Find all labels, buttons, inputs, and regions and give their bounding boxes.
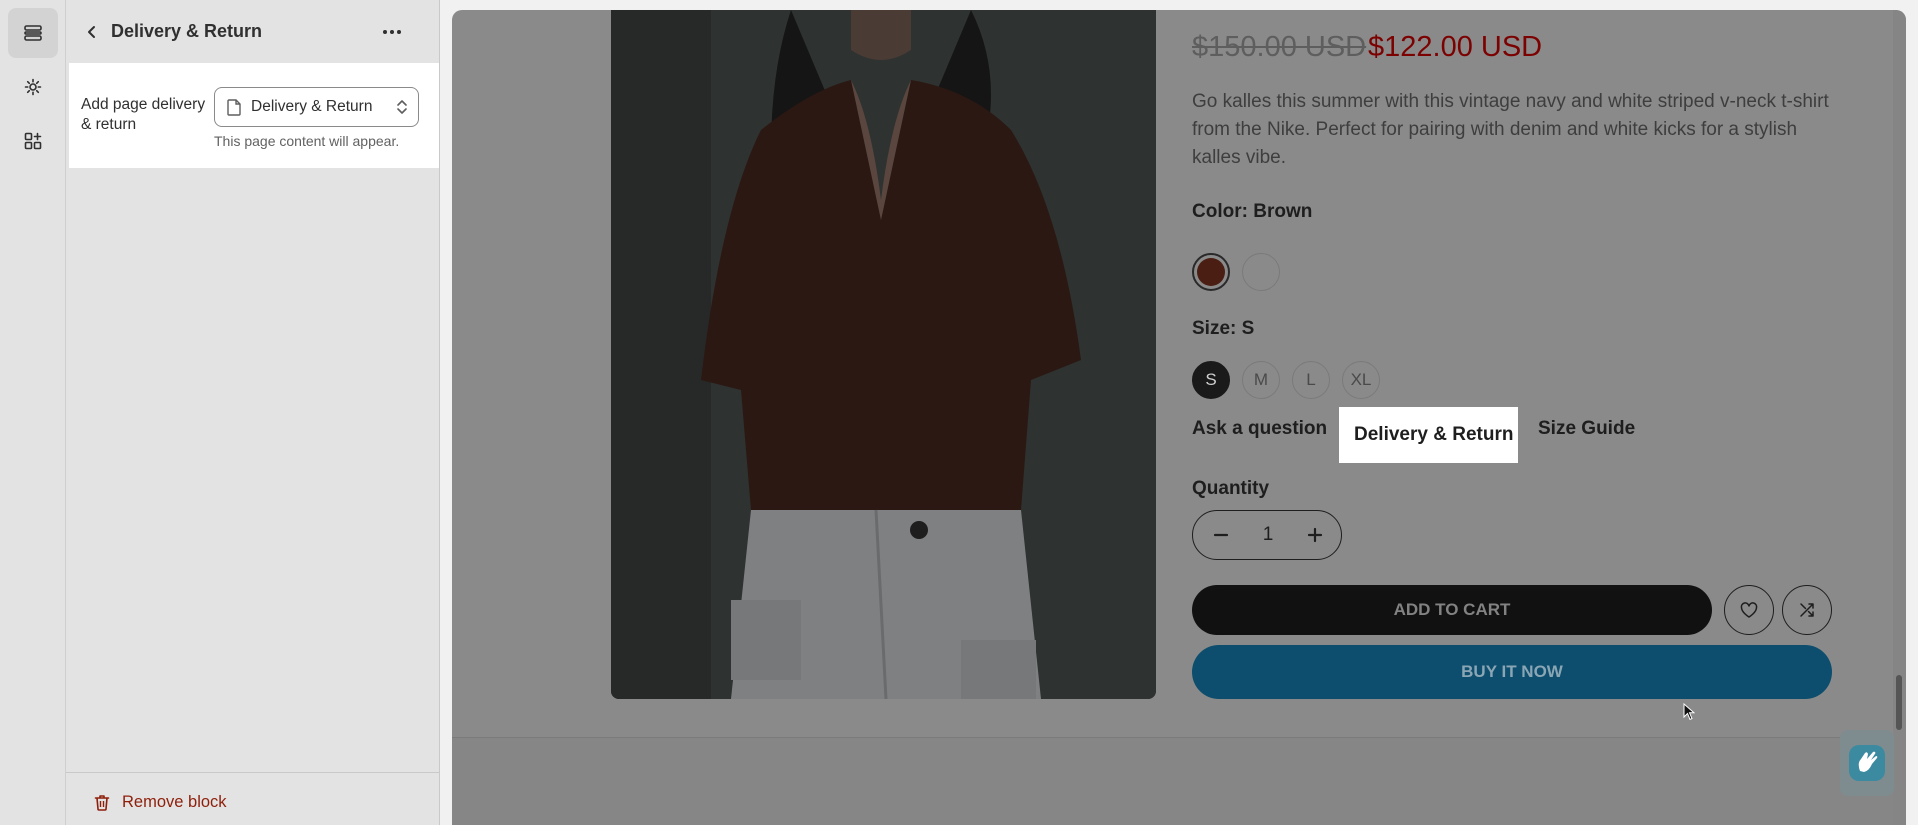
chat-hand-icon (1849, 745, 1885, 781)
sections-rail-button[interactable] (8, 8, 58, 58)
theme-settings-rail-button[interactable] (8, 62, 58, 112)
page-picker[interactable]: Delivery & Return (214, 87, 419, 127)
back-button[interactable] (78, 18, 106, 46)
mouse-cursor-icon (1683, 703, 1695, 721)
buy-it-now-button[interactable]: BUY IT NOW (1192, 645, 1832, 699)
trash-icon (94, 795, 110, 811)
apps-rail-button[interactable] (8, 116, 58, 166)
preview-footer-band (452, 737, 1906, 825)
plus-icon (1307, 527, 1323, 543)
preview-scrollbar[interactable] (1893, 10, 1906, 825)
delivery-return-label: Delivery & Return (1354, 424, 1514, 445)
compare-shuffle-icon (1800, 603, 1814, 617)
quantity-decrease-button[interactable] (1209, 523, 1233, 547)
product-photo-illustration (611, 10, 1156, 699)
remove-block-button[interactable]: Remove block (94, 793, 227, 812)
size-label-value: S (1241, 318, 1255, 339)
size-option-s[interactable]: S (1192, 361, 1230, 399)
color-option-label: Color: Brown (1192, 201, 1312, 223)
apps-icon (24, 132, 42, 150)
sections-icon (24, 25, 42, 41)
panel-title: Delivery & Return (111, 21, 263, 41)
wishlist-button[interactable] (1724, 585, 1774, 635)
size-option-m[interactable]: M (1242, 361, 1280, 399)
size-option-l[interactable]: L (1292, 361, 1330, 399)
settings-gear-icon (24, 78, 42, 96)
select-chevrons-icon (397, 100, 407, 114)
more-actions-button[interactable] (376, 18, 408, 46)
minus-icon (1213, 533, 1229, 537)
size-label-text: Size: (1192, 318, 1237, 339)
remove-block-label: Remove block (122, 793, 227, 811)
color-swatch-white[interactable] (1242, 253, 1280, 291)
color-swatch-fill (1197, 258, 1225, 286)
sale-price: $122.00 USD (1368, 31, 1543, 63)
quantity-label: Quantity (1192, 478, 1270, 499)
product-description: Go kalles this summer with this vintage … (1192, 91, 1829, 168)
quantity-stepper: 1 (1192, 510, 1342, 560)
chat-widget-button[interactable] (1840, 730, 1894, 796)
compare-at-price: $150.00 USD (1192, 31, 1367, 63)
page-setting-card: Add page delivery & return Delivery & Re… (69, 63, 439, 168)
color-swatch-fill (1247, 258, 1275, 286)
color-label-text: Color: (1192, 201, 1248, 222)
compare-button[interactable] (1782, 585, 1832, 635)
page-picker-value: Delivery & Return (251, 98, 373, 115)
ask-question-link[interactable]: Ask a question (1192, 418, 1327, 440)
panel-footer: Remove block (66, 772, 440, 825)
quantity-increase-button[interactable] (1303, 523, 1327, 547)
size-guide-link[interactable]: Size Guide (1538, 418, 1635, 440)
size-option-label: Size: S (1192, 318, 1254, 340)
size-option-xl[interactable]: XL (1342, 361, 1380, 399)
color-swatch-brown[interactable] (1192, 253, 1230, 291)
page-document-icon (227, 99, 241, 116)
product-image[interactable] (611, 10, 1156, 699)
more-horizontal-icon (383, 30, 401, 34)
block-settings-panel: Delivery & Return Add page delivery & re… (66, 0, 440, 825)
wishlist-heart-icon (1740, 602, 1758, 618)
setting-help-text: This page content will appear. (214, 133, 400, 149)
panel-header: Delivery & Return (66, 0, 440, 64)
scrollbar-thumb[interactable] (1896, 675, 1902, 730)
setting-label: Add page delivery & return (81, 96, 206, 133)
back-arrow-icon (88, 26, 95, 38)
delivery-return-link[interactable]: Delivery & Return (1339, 407, 1518, 463)
editor-icon-rail (0, 0, 66, 825)
color-label-value: Brown (1253, 201, 1313, 222)
add-to-cart-button[interactable]: ADD TO CART (1192, 585, 1712, 635)
quantity-value[interactable]: 1 (1253, 524, 1283, 546)
